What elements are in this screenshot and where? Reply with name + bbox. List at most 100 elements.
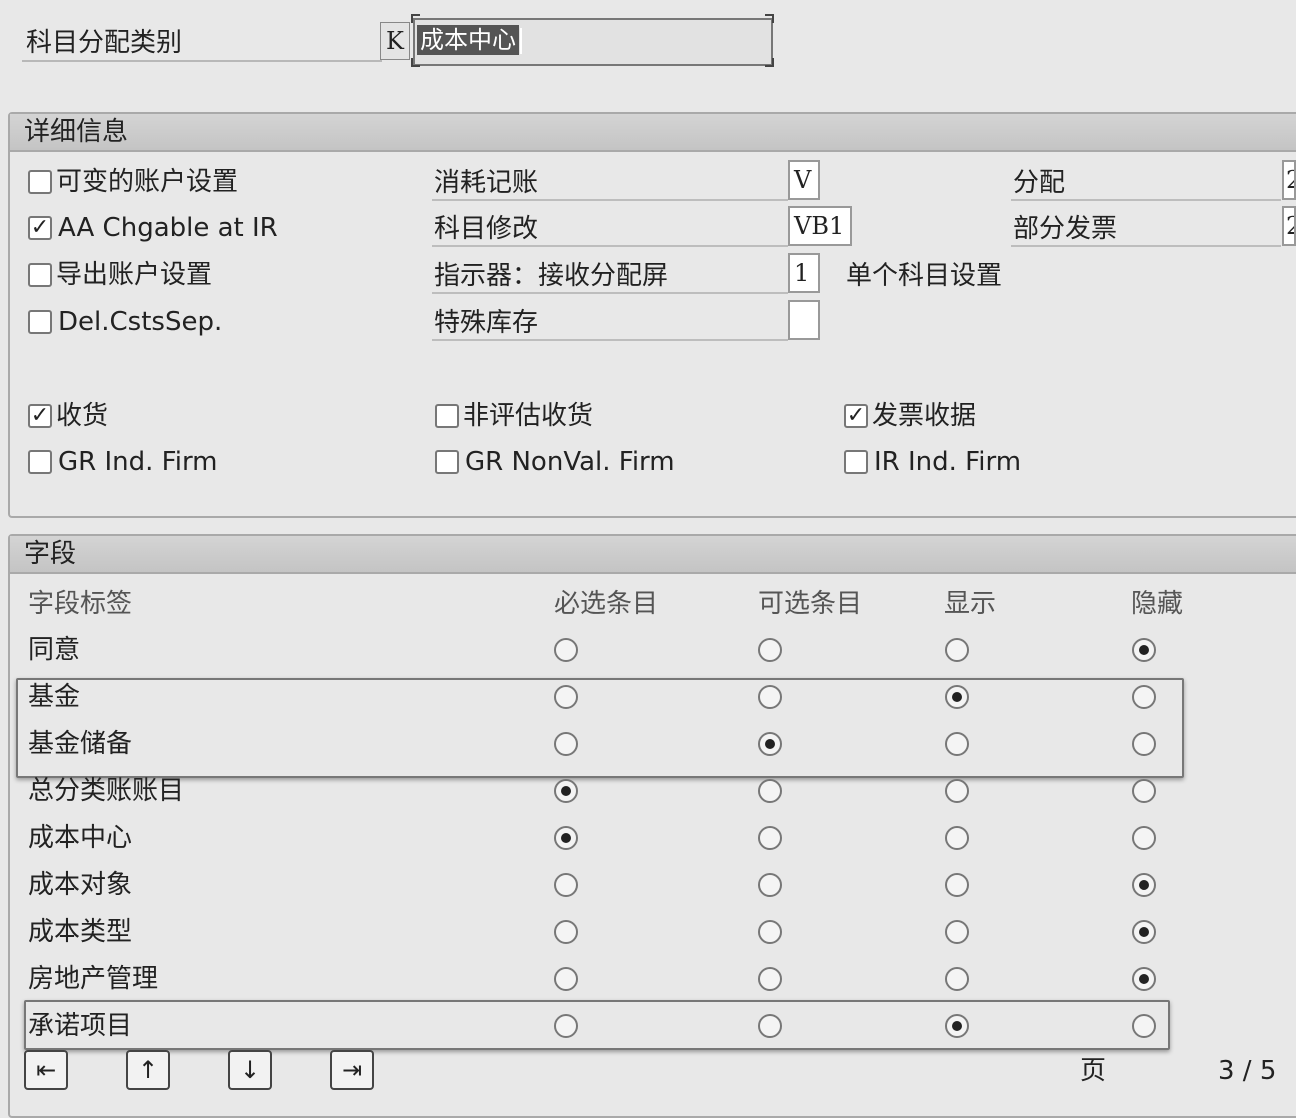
partial-invoice-field[interactable]: 2 bbox=[1282, 206, 1296, 246]
column-header-required: 必选条目 bbox=[554, 589, 659, 619]
radio-hidden[interactable] bbox=[1132, 920, 1156, 944]
radio-optional[interactable] bbox=[758, 967, 782, 991]
radio-display[interactable] bbox=[945, 826, 969, 850]
gr-nonval-firm-checkbox[interactable] bbox=[435, 450, 459, 474]
radio-optional[interactable] bbox=[758, 638, 782, 662]
field-row-label: 成本中心 bbox=[28, 823, 133, 853]
radio-optional[interactable] bbox=[758, 826, 782, 850]
radio-optional[interactable] bbox=[758, 779, 782, 803]
highlight-frame-fund-rows bbox=[16, 678, 1184, 778]
previous-page-icon: ↑ bbox=[137, 1056, 159, 1084]
distribution-label: 分配 bbox=[1013, 168, 1066, 198]
radio-display[interactable] bbox=[945, 873, 969, 897]
radio-display[interactable] bbox=[945, 779, 969, 803]
non-valuated-gr-label: 非评估收货 bbox=[463, 401, 594, 431]
derive-account-label: 导出账户设置 bbox=[56, 260, 213, 290]
focus-corner bbox=[411, 58, 420, 67]
last-page-icon: ⇥ bbox=[341, 1056, 363, 1084]
radio-required[interactable] bbox=[554, 826, 578, 850]
details-group-title: 详细信息 bbox=[10, 114, 1296, 152]
gr-ind-firm-checkbox[interactable] bbox=[28, 450, 52, 474]
radio-display[interactable] bbox=[945, 732, 969, 756]
radio-hidden[interactable] bbox=[1132, 685, 1156, 709]
text-cursor bbox=[520, 28, 522, 54]
gr-nonval-firm-label: GR NonVal. Firm bbox=[465, 447, 675, 477]
focus-corner bbox=[765, 58, 774, 67]
gr-ind-firm-label: GR Ind. Firm bbox=[58, 447, 218, 477]
account-assignment-category-label: 科目分配类别 bbox=[26, 28, 183, 58]
first-page-button[interactable]: ⇤ bbox=[24, 1050, 68, 1090]
radio-display[interactable] bbox=[945, 685, 969, 709]
page-indicator: 3 / 5 bbox=[1218, 1056, 1277, 1086]
invoice-receipt-checkbox[interactable]: ✓ bbox=[844, 404, 868, 428]
column-header-optional: 可选条目 bbox=[758, 589, 863, 619]
radio-required[interactable] bbox=[554, 638, 578, 662]
radio-required[interactable] bbox=[554, 1014, 578, 1038]
radio-required[interactable] bbox=[554, 779, 578, 803]
radio-required[interactable] bbox=[554, 920, 578, 944]
label-underline bbox=[22, 60, 382, 62]
radio-optional[interactable] bbox=[758, 1014, 782, 1038]
radio-optional[interactable] bbox=[758, 685, 782, 709]
radio-hidden[interactable] bbox=[1132, 967, 1156, 991]
radio-optional[interactable] bbox=[758, 920, 782, 944]
distribution-field[interactable]: 2 bbox=[1282, 160, 1296, 200]
radio-required[interactable] bbox=[554, 873, 578, 897]
special-stock-field[interactable] bbox=[788, 300, 820, 340]
radio-hidden[interactable] bbox=[1132, 826, 1156, 850]
consumption-posting-label: 消耗记账 bbox=[434, 168, 539, 198]
column-header-hidden: 隐藏 bbox=[1131, 589, 1184, 619]
field-row-label: 成本对象 bbox=[28, 870, 133, 900]
radio-hidden[interactable] bbox=[1132, 779, 1156, 803]
non-valuated-gr-checkbox[interactable] bbox=[435, 404, 459, 428]
radio-required[interactable] bbox=[554, 967, 578, 991]
field-row-label: 房地产管理 bbox=[28, 964, 159, 994]
radio-display[interactable] bbox=[945, 967, 969, 991]
aa-chgable-checkbox[interactable]: ✓ bbox=[28, 216, 52, 240]
radio-required[interactable] bbox=[554, 732, 578, 756]
selected-name-text: 成本中心 bbox=[417, 25, 519, 55]
previous-page-button[interactable]: ↑ bbox=[126, 1050, 170, 1090]
radio-hidden[interactable] bbox=[1132, 732, 1156, 756]
radio-hidden[interactable] bbox=[1132, 873, 1156, 897]
distribution-screen-indicator-field[interactable]: 1 bbox=[788, 253, 820, 293]
del-csts-sep-label: Del.CstsSep. bbox=[58, 307, 223, 337]
special-stock-label: 特殊库存 bbox=[434, 308, 539, 338]
field-row-label: 承诺项目 bbox=[28, 1011, 133, 1041]
variable-account-checkbox[interactable] bbox=[28, 170, 52, 194]
field-row-label: 基金 bbox=[28, 682, 81, 712]
column-header-display: 显示 bbox=[944, 589, 997, 619]
account-modification-field[interactable]: VB1 bbox=[788, 206, 852, 246]
column-header-field-label: 字段标签 bbox=[28, 589, 133, 619]
field-row-label: 总分类账账目 bbox=[28, 776, 185, 806]
derive-account-checkbox[interactable] bbox=[28, 263, 52, 287]
radio-display[interactable] bbox=[945, 920, 969, 944]
account-assignment-key-field[interactable]: K bbox=[380, 22, 410, 60]
field-underline bbox=[432, 339, 788, 341]
focus-corner bbox=[411, 14, 420, 23]
radio-hidden[interactable] bbox=[1132, 1014, 1156, 1038]
goods-receipt-checkbox[interactable]: ✓ bbox=[28, 404, 52, 428]
ir-ind-firm-checkbox[interactable] bbox=[844, 450, 868, 474]
consumption-posting-field[interactable]: V bbox=[788, 160, 820, 200]
radio-display[interactable] bbox=[945, 638, 969, 662]
field-underline bbox=[432, 199, 788, 201]
partial-invoice-label: 部分发票 bbox=[1013, 214, 1118, 244]
aa-chgable-label: AA Chgable at IR bbox=[58, 213, 278, 243]
del-csts-sep-checkbox[interactable] bbox=[28, 310, 52, 334]
field-underline bbox=[432, 292, 788, 294]
invoice-receipt-label: 发票收据 bbox=[872, 401, 977, 431]
field-row-label: 成本类型 bbox=[28, 917, 133, 947]
next-page-icon: ↓ bbox=[239, 1056, 261, 1084]
next-page-button[interactable]: ↓ bbox=[228, 1050, 272, 1090]
radio-optional[interactable] bbox=[758, 732, 782, 756]
radio-display[interactable] bbox=[945, 1014, 969, 1038]
radio-required[interactable] bbox=[554, 685, 578, 709]
last-page-button[interactable]: ⇥ bbox=[330, 1050, 374, 1090]
field-underline bbox=[432, 245, 788, 247]
single-account-setting-text: 单个科目设置 bbox=[846, 261, 1003, 291]
radio-optional[interactable] bbox=[758, 873, 782, 897]
focus-corner bbox=[765, 14, 774, 23]
radio-hidden[interactable] bbox=[1132, 638, 1156, 662]
ir-ind-firm-label: IR Ind. Firm bbox=[874, 447, 1022, 477]
